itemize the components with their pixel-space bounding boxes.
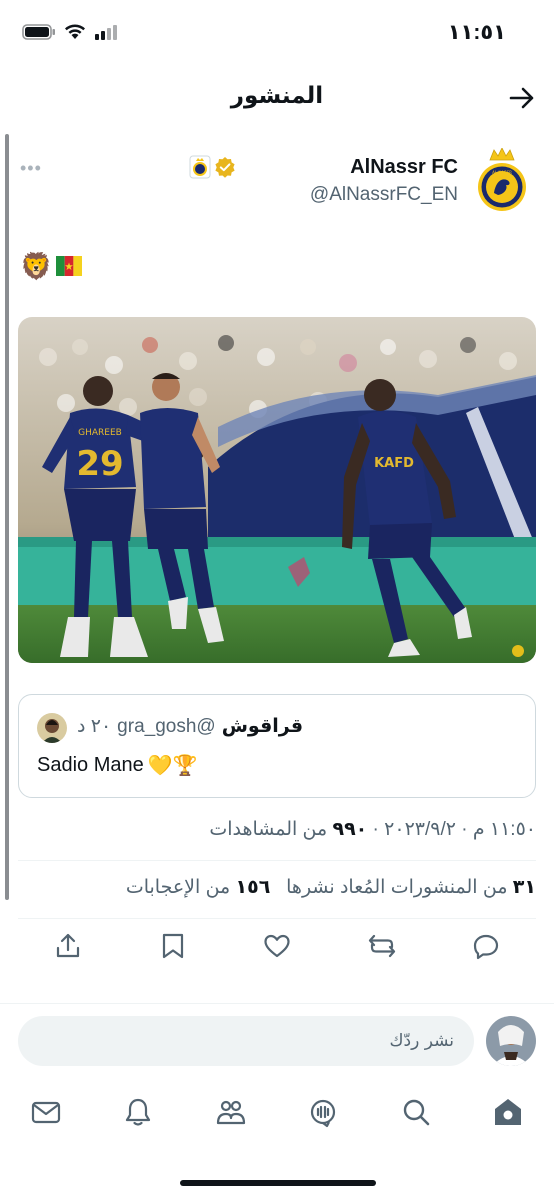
top-bar: المنشور	[0, 68, 554, 128]
reply-input[interactable]: نشر ردّك	[18, 1016, 474, 1066]
lion-emoji: 🦁	[20, 251, 53, 281]
views-label: من المشاهدات	[209, 819, 328, 840]
tweet-meta: ١١:٥٠ م · ٢٠٢٣/٩/٢ · ٩٩٠ من المشاهدات	[209, 819, 536, 840]
like-button[interactable]	[261, 930, 293, 962]
repost-icon	[368, 934, 395, 958]
bottom-nav	[0, 1080, 554, 1150]
status-time: ١١:٥١	[447, 21, 506, 44]
likes-count[interactable]: ١٥٦	[236, 877, 271, 898]
messages-icon[interactable]	[30, 1096, 62, 1128]
spaces-icon[interactable]	[307, 1096, 339, 1128]
quote-tweet-card[interactable]: قراقوش @gra_gosh ٢٠ د Sadio Mane 💛🏆	[18, 694, 536, 798]
verified-badge-icon	[215, 157, 235, 178]
reposts-count[interactable]: ٣١	[513, 877, 536, 898]
likes-label[interactable]: من الإعجابات	[126, 877, 230, 898]
status-bar: ١١:٥١	[0, 0, 554, 68]
back-arrow-icon[interactable]	[506, 82, 538, 114]
tweet-text: 🦁	[20, 251, 83, 281]
quote-header: قراقوش @gra_gosh ٢٠ د	[77, 715, 303, 738]
tweet-action-bar	[18, 930, 536, 974]
repost-button[interactable]	[366, 930, 398, 962]
reply-icon	[473, 934, 499, 960]
quote-time: ٢٠ د	[77, 716, 112, 737]
user-avatar[interactable]	[486, 1016, 536, 1066]
svg-text:AL NASSR: AL NASSR	[492, 170, 512, 175]
scroll-indicator[interactable]	[5, 134, 9, 900]
tweet-stats: ٣١ من المنشورات المُعاد نشرها ١٥٦ من الإ…	[126, 876, 536, 899]
communities-icon[interactable]	[215, 1096, 247, 1128]
quote-text: Sadio Mane 💛🏆	[37, 753, 198, 778]
svg-text:29: 29	[76, 444, 123, 484]
svg-text:KAFD: KAFD	[374, 456, 414, 471]
reposts-label[interactable]: من المنشورات المُعاد نشرها	[286, 877, 507, 898]
heart-icon	[264, 934, 290, 958]
home-icon[interactable]	[492, 1096, 524, 1128]
quote-author-avatar[interactable]	[37, 713, 67, 743]
quote-author-name[interactable]: قراقوش	[222, 715, 303, 738]
author-handle[interactable]: @AlNassrFC_EN	[310, 184, 458, 206]
quote-text-body: Sadio Mane	[37, 754, 144, 776]
battery-icon	[22, 24, 55, 40]
bookmark-icon	[162, 933, 183, 959]
more-options-icon[interactable]: •••	[20, 158, 42, 179]
quote-author-handle: @gra_gosh	[117, 715, 216, 737]
status-icons	[22, 24, 118, 40]
tweet-photo[interactable]: 29 GHAREEB KAFD	[18, 317, 536, 663]
divider	[18, 860, 536, 861]
affiliation-badge-icon	[189, 155, 211, 179]
home-indicator	[180, 1180, 376, 1186]
page-title: المنشور	[230, 82, 324, 108]
share-icon	[56, 933, 80, 958]
views-count: ٩٩٠	[332, 819, 368, 840]
tweet-date: ٢٠٢٣/٩/٢	[384, 819, 456, 840]
svg-text:GHAREEB: GHAREEB	[78, 428, 122, 438]
divider	[18, 918, 536, 919]
signal-icon	[95, 25, 117, 40]
author-name[interactable]: AlNassr FC	[350, 156, 458, 179]
bookmark-button[interactable]	[157, 930, 189, 962]
wifi-icon	[65, 24, 85, 39]
notifications-icon[interactable]	[122, 1096, 154, 1128]
reply-button[interactable]	[470, 930, 502, 962]
football-celebration-image: 29 GHAREEB KAFD	[18, 317, 536, 663]
tweet-time: ١١:٥٠ م	[472, 819, 536, 840]
reply-area: نشر ردّك	[0, 1003, 554, 1075]
share-button[interactable]	[52, 930, 84, 962]
tweet-header: AL NASSR AlNassr FC @AlNassrFC_EN •••	[0, 148, 554, 218]
search-icon[interactable]	[400, 1096, 432, 1128]
alnassr-avatar[interactable]: AL NASSR	[476, 148, 528, 214]
quote-emoji: 💛🏆	[147, 755, 198, 777]
cameroon-flag-icon	[56, 256, 83, 276]
